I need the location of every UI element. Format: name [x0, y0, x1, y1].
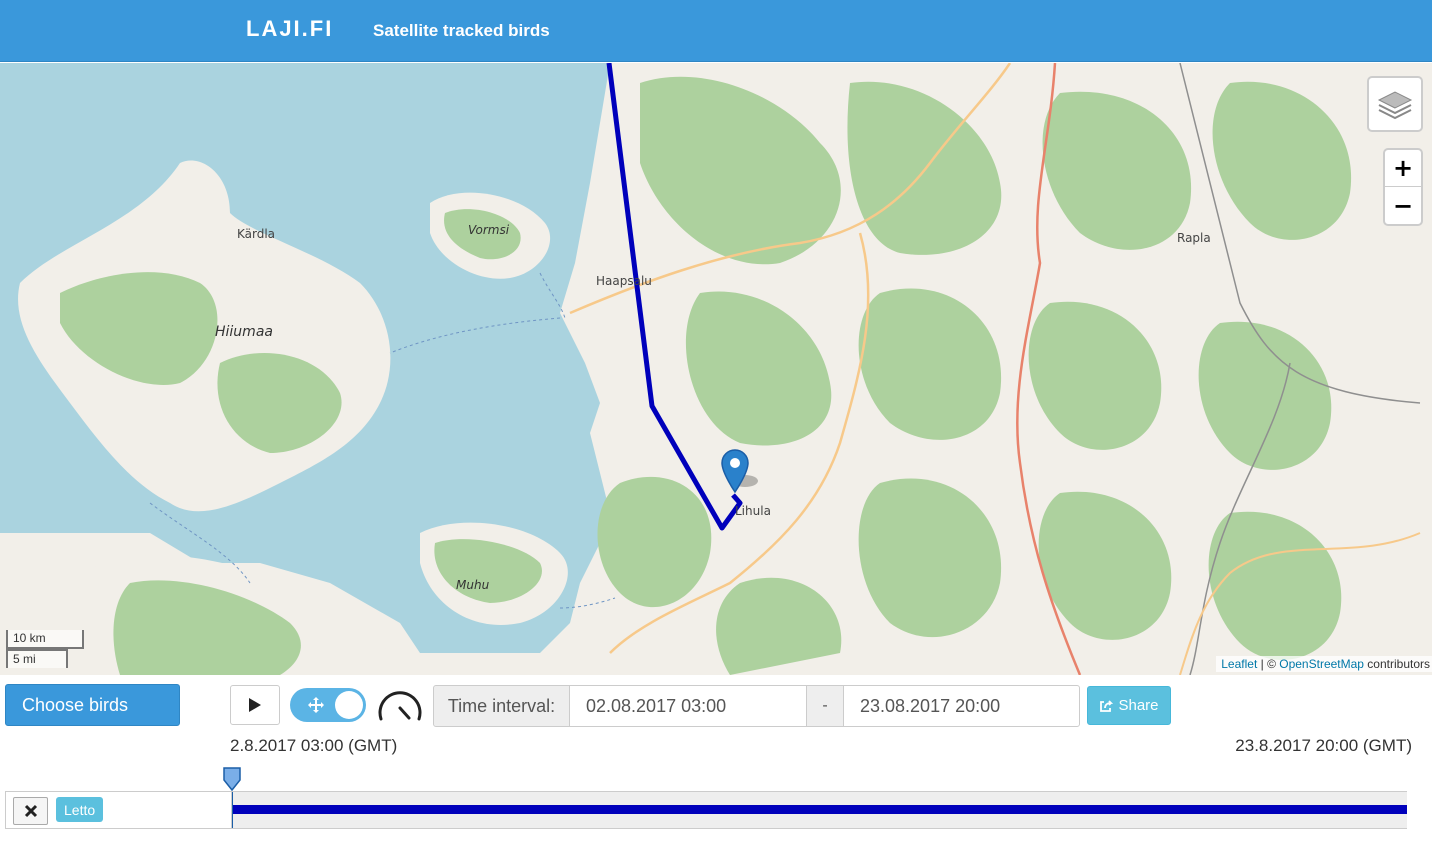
forest-patches — [597, 76, 1352, 675]
share-label: Share — [1118, 697, 1159, 714]
scale-km: 10 km — [6, 630, 84, 649]
timeline-slider-handle[interactable] — [222, 766, 242, 792]
osm-link[interactable]: OpenStreetMap — [1279, 657, 1364, 671]
move-icon — [308, 697, 324, 713]
brand-logo[interactable]: LAJI.FI — [246, 16, 333, 42]
attribution-separator: | © — [1257, 657, 1280, 671]
timeline-cursor-line — [232, 792, 233, 828]
control-panel: Choose birds Time interval: - Share 2.8.… — [0, 676, 1432, 846]
scale-bar: 10 km 5 mi — [6, 630, 84, 668]
speed-gauge-icon[interactable] — [376, 688, 424, 722]
toggle-knob — [335, 691, 363, 719]
play-button[interactable] — [230, 685, 280, 725]
follow-toggle[interactable] — [290, 688, 366, 722]
place-label-rapla: Rapla — [1177, 231, 1211, 245]
zoom-control: + − — [1383, 148, 1423, 226]
timeline-end-label: 23.8.2017 20:00 (GMT) — [1235, 736, 1412, 755]
play-icon — [249, 698, 261, 712]
choose-birds-button[interactable]: Choose birds — [5, 684, 180, 726]
time-from-input[interactable] — [569, 685, 807, 727]
place-label-vormsi: Vormsi — [468, 223, 510, 237]
share-icon — [1100, 699, 1114, 712]
zoom-out-button[interactable]: − — [1385, 187, 1421, 224]
place-label-muhu: Muhu — [456, 578, 490, 592]
map-attribution: Leaflet | © OpenStreetMap contributors — [1216, 656, 1432, 672]
close-icon — [24, 804, 37, 818]
map-base-layer — [0, 63, 1421, 675]
place-label-hiiumaa: Hiiumaa — [215, 324, 273, 340]
place-label-haapsalu: Haapsalu — [596, 274, 652, 288]
bird-name-badge: Letto — [56, 797, 104, 822]
top-navbar: LAJI.FI Satellite tracked birds — [0, 0, 1432, 62]
share-button[interactable]: Share — [1087, 686, 1171, 725]
timeline-track-bar — [233, 805, 1407, 814]
timeline-start-label: 2.8.2017 03:00 (GMT) — [230, 736, 398, 755]
time-interval-label: Time interval: — [433, 685, 570, 727]
remove-bird-button[interactable] — [13, 797, 48, 825]
time-to-input[interactable] — [843, 685, 1080, 727]
place-label-kardla: Kärdla — [237, 227, 276, 241]
time-range-dash: - — [806, 685, 844, 727]
timeline-track-row: Letto — [5, 791, 1407, 829]
scale-mi: 5 mi — [6, 649, 68, 668]
layers-control-button[interactable] — [1367, 76, 1423, 132]
attribution-suffix: contributors — [1363, 657, 1430, 671]
place-label-lihula: Lihula — [735, 504, 771, 518]
map-marker-icon[interactable] — [721, 449, 749, 493]
leaflet-link[interactable]: Leaflet — [1221, 657, 1257, 671]
map-view[interactable]: Kärdla Vormsi Haapsalu Hiiumaa Rapla Lih… — [0, 63, 1432, 675]
page-title[interactable]: Satellite tracked birds — [373, 21, 550, 41]
zoom-in-button[interactable]: + — [1385, 150, 1421, 187]
layers-icon — [1377, 91, 1413, 120]
